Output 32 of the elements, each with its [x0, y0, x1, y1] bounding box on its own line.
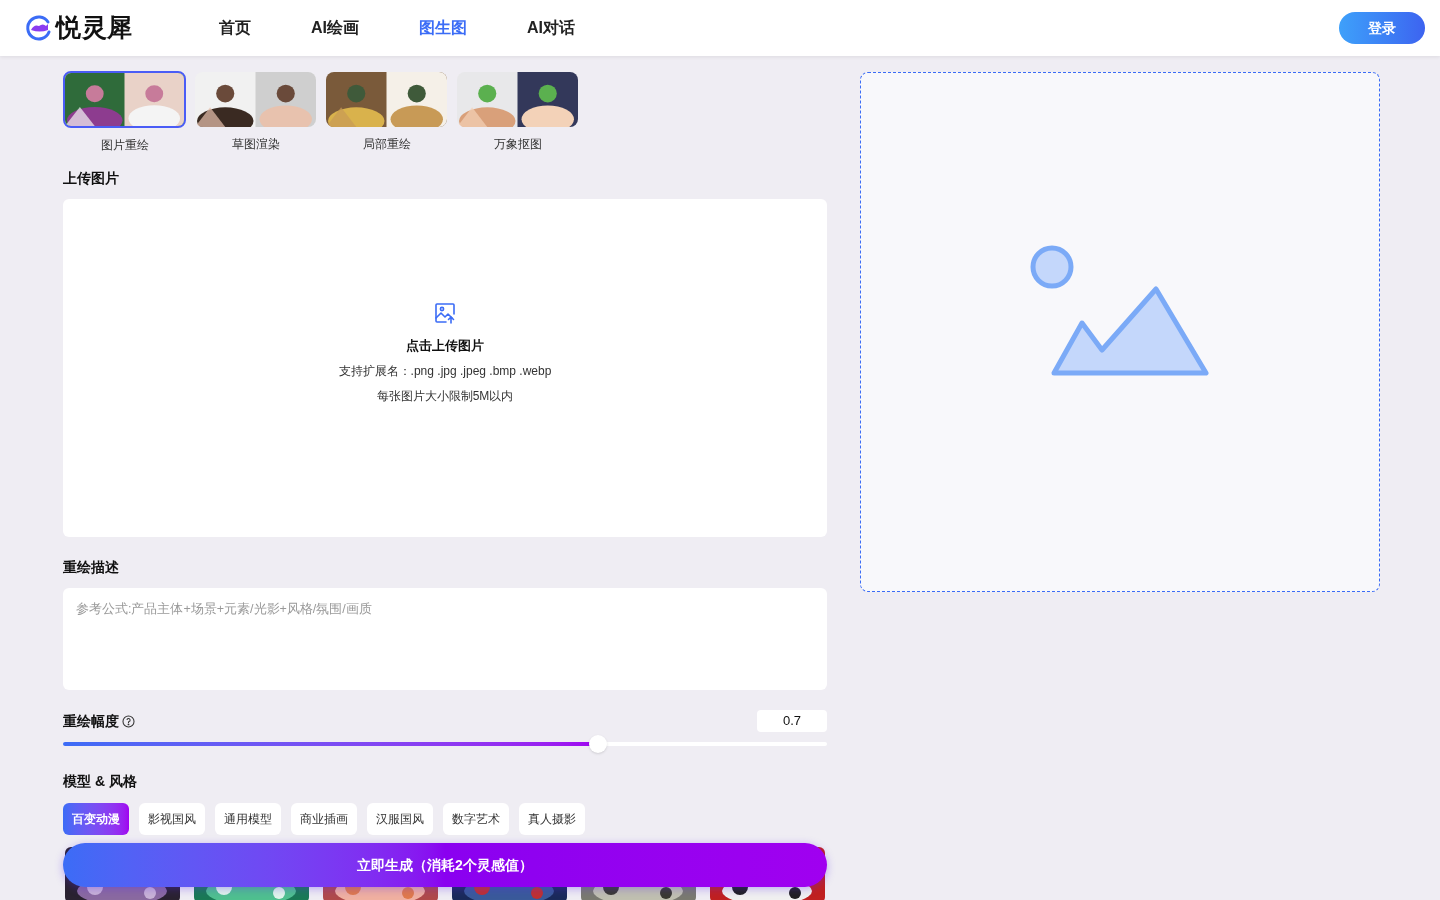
section-title: 重绘幅度 [63, 711, 119, 731]
style-tab[interactable]: 通用模型 [215, 803, 281, 835]
section-title: 重绘描述 [63, 558, 120, 577]
style-tab[interactable]: 汉服国风 [367, 803, 433, 835]
upload-area[interactable]: 点击上传图片 支持扩展名：.png .jpg .jpeg .bmp .webp 每张图片大小限制5M以内 [63, 199, 827, 537]
style-tab[interactable]: 商业插画 [291, 803, 357, 835]
strength-slider[interactable] [63, 735, 827, 753]
generate-button[interactable]: 立即生成（消耗2个灵感值） [63, 843, 827, 887]
section-title: 上传图片 [63, 169, 120, 188]
nav-link[interactable]: 图生图 [418, 16, 467, 40]
section-title: 模型 & 风格 [63, 772, 138, 791]
strength-value[interactable]: 0.7 [757, 710, 827, 732]
prompt-field[interactable]: 参考公式:产品主体+场景+元素/光影+风格/氛围/画质 [63, 588, 827, 690]
nav-link[interactable]: 首页 [218, 16, 251, 40]
style-tab[interactable]: 影视国风 [139, 803, 205, 835]
mode-option[interactable]: 万象抠图 [456, 71, 579, 154]
style-tab[interactable]: 数字艺术 [443, 803, 509, 835]
upload-title: 点击上传图片 [406, 337, 484, 355]
upload-limit: 每张图片大小限制5M以内 [376, 388, 514, 406]
slider-handle[interactable] [588, 735, 607, 753]
mode-option[interactable]: 局部重绘 [325, 71, 448, 154]
nav-link[interactable]: AI绘画 [310, 16, 359, 40]
login-button[interactable]: 登录 [1339, 12, 1425, 44]
image-upload-icon [433, 300, 457, 325]
brand-name: 悦灵犀 [56, 12, 133, 44]
logo-icon [24, 14, 52, 42]
upload-formats: 支持扩展名：.png .jpg .jpeg .bmp .webp [338, 363, 552, 381]
mode-option[interactable]: 草图渲染 [194, 71, 317, 154]
nav-link[interactable]: AI对话 [526, 16, 575, 40]
help-icon [122, 714, 135, 728]
style-tab[interactable]: 真人摄影 [519, 803, 585, 835]
style-tab[interactable]: 百变动漫 [63, 803, 129, 835]
